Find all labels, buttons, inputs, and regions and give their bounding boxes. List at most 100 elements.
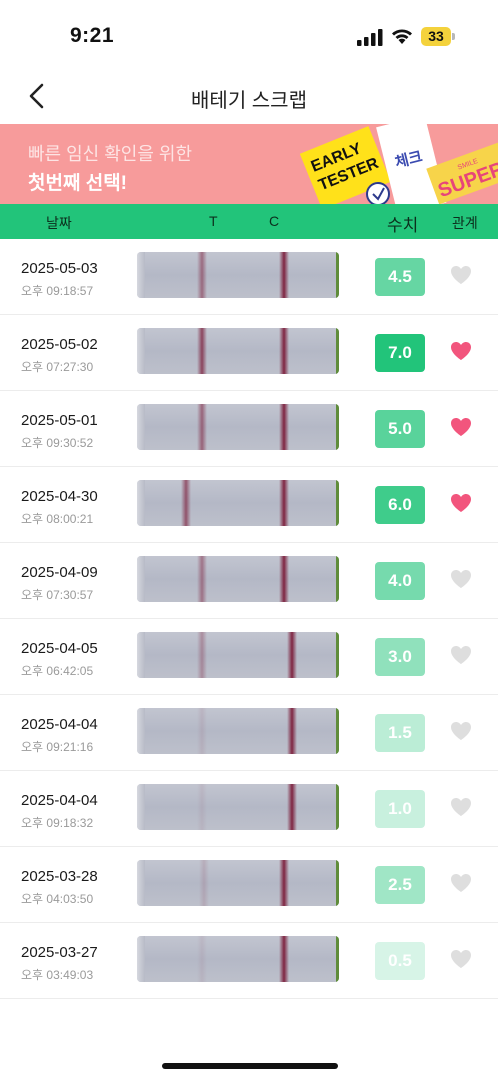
row-time: 오후 09:18:32	[21, 816, 94, 830]
row-time: 오후 04:03:50	[21, 892, 94, 906]
test-strip-image[interactable]	[137, 632, 339, 678]
test-line-t	[197, 404, 207, 450]
status-bar: 9:21 33	[0, 0, 498, 70]
test-line-t	[197, 328, 207, 374]
heart-icon[interactable]	[449, 415, 473, 439]
list-item[interactable]: 2025-05-01 오후 09:30:52 5.0	[0, 391, 498, 467]
row-date: 2025-04-30	[21, 488, 98, 505]
row-date: 2025-05-03	[21, 260, 98, 277]
value-badge: 3.0	[375, 638, 425, 676]
list-item[interactable]: 2025-04-04 오후 09:18:32 1.0	[0, 771, 498, 847]
heart-icon[interactable]	[449, 263, 473, 287]
heart-icon[interactable]	[449, 643, 473, 667]
banner-line1: 빠른 임신 확인을 위한	[28, 144, 193, 164]
header-value: 수치	[387, 216, 419, 235]
value-badge: 6.0	[375, 486, 425, 524]
test-line-c	[279, 404, 289, 450]
nav-bar: 배테기 스크랩	[0, 70, 498, 124]
test-strip-image[interactable]	[137, 252, 339, 298]
test-strip-image[interactable]	[137, 556, 339, 602]
test-line-c	[279, 936, 289, 982]
battery-level: 33	[428, 28, 444, 44]
test-strip-image[interactable]	[137, 708, 339, 754]
test-strip-image[interactable]	[137, 328, 339, 374]
heart-icon[interactable]	[449, 719, 473, 743]
banner-product-image: EARLY TESTER 체크 SMILE SUPER	[300, 124, 498, 204]
value-badge: 1.5	[375, 714, 425, 752]
heart-icon[interactable]	[449, 795, 473, 819]
row-time: 오후 08:00:21	[21, 512, 94, 526]
page-title: 배테기 스크랩	[191, 90, 307, 112]
test-line-t	[197, 252, 207, 298]
row-date: 2025-05-02	[21, 336, 98, 353]
test-line-c	[279, 860, 289, 906]
test-line-t	[197, 784, 207, 830]
heart-icon[interactable]	[449, 339, 473, 363]
test-line-c	[279, 556, 289, 602]
header-t: T	[209, 213, 218, 229]
row-time: 오후 03:49:03	[21, 968, 94, 982]
list-item[interactable]: 2025-03-27 오후 03:49:03 0.5	[0, 923, 498, 999]
test-line-c	[287, 708, 297, 754]
test-strip-image[interactable]	[137, 404, 339, 450]
value-badge: 4.5	[375, 258, 425, 296]
test-line-c	[287, 632, 297, 678]
row-date: 2025-04-09	[21, 564, 98, 581]
heart-icon[interactable]	[449, 567, 473, 591]
list-item[interactable]: 2025-03-28 오후 04:03:50 2.5	[0, 847, 498, 923]
heart-icon[interactable]	[449, 491, 473, 515]
value-badge: 4.0	[375, 562, 425, 600]
row-time: 오후 07:30:57	[21, 588, 94, 602]
row-date: 2025-04-05	[21, 640, 98, 657]
header-date: 날짜	[46, 215, 72, 231]
test-line-c	[279, 328, 289, 374]
test-strip-image[interactable]	[137, 784, 339, 830]
test-line-t	[197, 936, 207, 982]
header-relation: 관계	[452, 215, 478, 231]
row-date: 2025-03-27	[21, 944, 98, 961]
status-time: 9:21	[70, 24, 115, 47]
row-time: 오후 09:30:52	[21, 436, 94, 450]
value-badge: 2.5	[375, 866, 425, 904]
test-line-c	[287, 784, 297, 830]
list-item[interactable]: 2025-04-04 오후 09:21:16 1.5	[0, 695, 498, 771]
row-date: 2025-04-04	[21, 792, 98, 809]
list-item[interactable]: 2025-04-05 오후 06:42:05 3.0	[0, 619, 498, 695]
row-time: 오후 06:42:05	[21, 664, 94, 678]
row-time: 오후 09:18:57	[21, 284, 94, 298]
value-badge: 7.0	[375, 334, 425, 372]
test-line-c	[279, 480, 289, 526]
scrap-list: 2025-05-03 오후 09:18:57 4.5 2025-05-02 오후 07:…	[0, 239, 498, 999]
table-header: 날짜 T C 수치 관계	[0, 204, 498, 239]
test-line-t	[197, 556, 207, 602]
row-date: 2025-03-28	[21, 868, 98, 885]
heart-icon[interactable]	[449, 871, 473, 895]
row-time: 오후 09:21:16	[21, 740, 94, 754]
test-strip-image[interactable]	[137, 480, 339, 526]
test-strip-image[interactable]	[137, 860, 339, 906]
header-c: C	[269, 213, 280, 229]
list-item[interactable]: 2025-04-09 오후 07:30:57 4.0	[0, 543, 498, 619]
wifi-icon	[392, 29, 412, 44]
list-item[interactable]: 2025-05-03 오후 09:18:57 4.5	[0, 239, 498, 315]
row-time: 오후 07:27:30	[21, 360, 94, 374]
row-date: 2025-05-01	[21, 412, 98, 429]
list-item[interactable]: 2025-04-30 오후 08:00:21 6.0	[0, 467, 498, 543]
test-line-t	[197, 708, 207, 754]
test-strip-image[interactable]	[137, 936, 339, 982]
value-badge: 5.0	[375, 410, 425, 448]
row-date: 2025-04-04	[21, 716, 98, 733]
heart-icon[interactable]	[449, 947, 473, 971]
test-line-c	[279, 252, 289, 298]
value-badge: 0.5	[375, 942, 425, 980]
list-item[interactable]: 2025-05-02 오후 07:27:30 7.0	[0, 315, 498, 391]
test-line-t	[181, 480, 191, 526]
promo-banner[interactable]: 빠른 임신 확인을 위한 첫번째 선택! EARLY TESTER 체크 SMI…	[0, 124, 498, 204]
signal-icon	[357, 29, 383, 46]
home-indicator[interactable]	[162, 1063, 338, 1069]
test-line-t	[197, 632, 207, 678]
test-line-t	[199, 860, 209, 906]
battery-icon: 33	[421, 27, 455, 46]
banner-line2: 첫번째 선택!	[28, 173, 128, 194]
value-badge: 1.0	[375, 790, 425, 828]
